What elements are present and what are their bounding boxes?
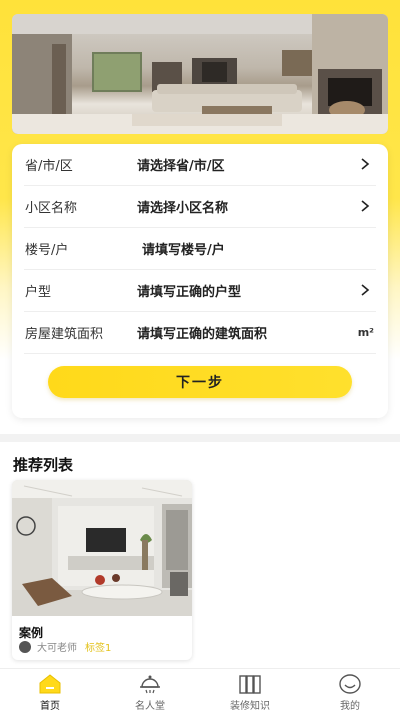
bottom-tab-bar: 首页 名人堂 装修知识 我的: [0, 668, 400, 711]
section-divider: [0, 434, 400, 442]
case-meta: 大可老师 标签1: [19, 639, 111, 654]
tab-home-label: 首页: [40, 701, 60, 711]
house-info-form: 省/市/区 请选择省/市/区 小区名称 请选择小区名称 楼号/户 请填写楼号/户…: [12, 144, 388, 418]
community-select[interactable]: 请选择小区名称: [137, 197, 228, 216]
layout-select[interactable]: 请填写正确的户型: [137, 281, 241, 300]
award-icon: [140, 675, 160, 694]
tab-hall-of-fame[interactable]: 名人堂: [100, 669, 200, 711]
chevron-right-icon[interactable]: [358, 199, 372, 213]
tab-knowledge[interactable]: 装修知识: [200, 669, 300, 711]
case-tag: 标签1: [85, 643, 112, 654]
form-row-layout[interactable]: 户型 请填写正确的户型: [24, 270, 376, 312]
case-image[interactable]: [12, 480, 192, 616]
area-label: 房屋建筑面积: [25, 327, 104, 342]
community-label: 小区名称: [25, 201, 78, 216]
recommend-card[interactable]: 案例 大可老师 标签1: [12, 480, 192, 660]
area-input[interactable]: 请填写正确的建筑面积: [137, 323, 267, 342]
tab-hall-of-fame-label: 名人堂: [135, 701, 165, 711]
home-icon: [39, 674, 61, 694]
case-author: 大可老师: [37, 643, 77, 654]
layout-label: 户型: [25, 285, 52, 300]
region-select[interactable]: 请选择省/市/区: [137, 155, 225, 174]
recommend-title: 推荐列表: [13, 456, 74, 474]
chevron-right-icon[interactable]: [358, 283, 372, 297]
chevron-right-icon[interactable]: [358, 157, 372, 171]
form-row-area[interactable]: 房屋建筑面积 请填写正确的建筑面积 m²: [24, 312, 376, 354]
tab-home[interactable]: 首页: [0, 669, 100, 711]
building-input[interactable]: 请填写楼号/户: [142, 239, 225, 258]
banner-image[interactable]: [12, 14, 388, 134]
next-step-button[interactable]: 下一步: [48, 366, 352, 398]
tab-mine-label: 我的: [340, 701, 360, 711]
avatar: [19, 640, 31, 653]
form-row-building[interactable]: 楼号/户 请填写楼号/户: [24, 228, 376, 270]
tab-mine[interactable]: 我的: [300, 669, 400, 711]
tab-knowledge-label: 装修知识: [230, 701, 270, 711]
building-label: 楼号/户: [25, 243, 69, 258]
form-row-community[interactable]: 小区名称 请选择小区名称: [24, 186, 376, 228]
smile-face-icon: [339, 674, 361, 694]
books-icon: [239, 675, 261, 694]
form-row-region[interactable]: 省/市/区 请选择省/市/区: [24, 144, 376, 186]
region-label: 省/市/区: [25, 159, 73, 174]
area-unit: m²: [357, 326, 374, 339]
